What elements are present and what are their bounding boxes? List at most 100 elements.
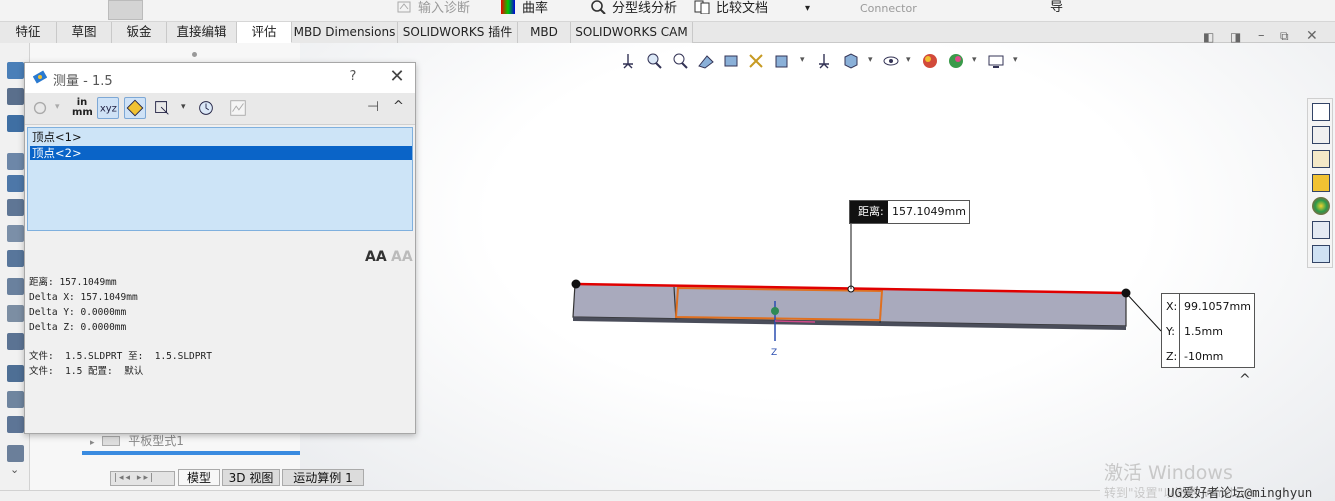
point-to-point-icon[interactable] xyxy=(124,97,146,119)
home-icon[interactable] xyxy=(1312,103,1330,121)
visibility-icon[interactable] xyxy=(882,52,900,70)
zoom-to-area-icon[interactable] xyxy=(645,52,663,70)
hole-wizard-icon[interactable] xyxy=(7,365,24,382)
view-orientation-icon[interactable] xyxy=(747,52,765,70)
intersect-icon[interactable] xyxy=(7,445,24,462)
parting-line-analysis-button[interactable]: 分型线分析 xyxy=(590,0,677,18)
extrude-icon[interactable] xyxy=(7,62,24,79)
ribbon-large-button[interactable] xyxy=(108,0,143,20)
scene-dropdown[interactable]: ▾ xyxy=(972,55,977,65)
revolve-icon[interactable] xyxy=(7,88,24,105)
tree-item-flat-pattern[interactable]: ▸ 平板型式1 xyxy=(90,432,184,449)
rib-icon[interactable] xyxy=(7,278,24,295)
tab-sheet-metal[interactable]: 钣金 xyxy=(112,22,167,43)
ribbon-dropdown-arrow[interactable]: ▾ xyxy=(805,1,810,19)
view-cube-dropdown[interactable]: ▾ xyxy=(868,55,873,65)
tab-model[interactable]: 模型 xyxy=(178,469,220,486)
list-item[interactable]: 顶点<1> xyxy=(30,130,412,144)
import-diagnostics-icon xyxy=(397,1,411,13)
rollback-bar[interactable] xyxy=(82,451,312,455)
expand-arrow-icon[interactable]: ▸ xyxy=(90,438,95,448)
window-minimize-icon[interactable]: – xyxy=(1258,28,1265,43)
chamfer-icon[interactable] xyxy=(7,225,24,242)
hide-show-items-icon[interactable] xyxy=(815,52,833,70)
units-precision-button[interactable]: in mm xyxy=(71,97,93,119)
projection-dropdown[interactable]: ▾ xyxy=(181,102,186,112)
tab-evaluate[interactable]: 评估 xyxy=(237,22,292,43)
display-style-dropdown[interactable]: ▾ xyxy=(800,55,805,65)
connector-button[interactable]: Connector xyxy=(860,1,917,19)
tab-sketch[interactable]: 草图 xyxy=(57,22,112,43)
window-next-icon[interactable]: ◨ xyxy=(1230,30,1241,44)
wrap-icon[interactable] xyxy=(7,416,24,433)
tab-motion-study[interactable]: 运动算例 1 xyxy=(282,469,364,486)
zoom-to-fit-icon[interactable] xyxy=(619,52,637,70)
view-settings-icon[interactable] xyxy=(987,52,1005,70)
ribbon-cut-off-label[interactable]: 导 xyxy=(1050,0,1063,18)
appearances-icon[interactable] xyxy=(1312,197,1330,215)
expand-toolbar-icon[interactable]: ⌄ xyxy=(10,463,19,476)
design-library-icon[interactable] xyxy=(1312,126,1330,144)
create-sensor-icon[interactable] xyxy=(227,97,249,119)
compare-documents-button[interactable]: 比较文档 xyxy=(694,0,768,18)
shell-icon[interactable] xyxy=(7,250,24,267)
model-graphics[interactable]: Z ^ xyxy=(300,43,1335,501)
tab-features[interactable]: 特征 xyxy=(0,22,57,43)
forum-credit: UG爱好者论坛@minghyun xyxy=(1167,485,1313,500)
graphics-viewport[interactable]: Z ^ xyxy=(300,43,1335,501)
previous-view-icon[interactable] xyxy=(671,52,689,70)
window-close-icon[interactable]: ✕ xyxy=(1306,28,1318,44)
pattern-icon[interactable] xyxy=(7,391,24,408)
tab-navigation-arrows[interactable]: |◂◂ ▸▸| xyxy=(110,471,175,486)
custom-properties-icon[interactable] xyxy=(1312,221,1330,239)
compare-documents-label: 比较文档 xyxy=(716,1,769,16)
window-prev-icon[interactable]: ◧ xyxy=(1203,30,1214,44)
dynamic-annotation-icon[interactable] xyxy=(722,52,740,70)
measure-titlebar[interactable]: 测量 - 1.5 ? ✕ xyxy=(25,63,415,93)
selection-list[interactable]: 顶点<1> 顶点<2> xyxy=(27,127,413,231)
show-xyz-icon[interactable]: xyz xyxy=(97,97,119,119)
projection-icon[interactable] xyxy=(151,97,173,119)
tab-solidworks-cam[interactable]: SOLIDWORKS CAM xyxy=(571,22,693,43)
panel-splitter-icon[interactable] xyxy=(192,52,197,57)
decrease-font-icon[interactable]: AA xyxy=(391,249,413,265)
view-cube-icon[interactable] xyxy=(842,52,860,70)
boundary-icon[interactable] xyxy=(7,175,24,192)
pin-icon[interactable]: ⊣ xyxy=(367,99,379,115)
curvature-button[interactable]: 曲率 xyxy=(500,0,548,18)
tab-solidworks-addins[interactable]: SOLIDWORKS 插件 xyxy=(398,22,518,43)
tab-direct-editing[interactable]: 直接编辑 xyxy=(167,22,237,43)
view-settings-dropdown[interactable]: ▾ xyxy=(1013,55,1018,65)
parting-line-analysis-icon xyxy=(591,0,606,14)
file-explorer-icon[interactable] xyxy=(1312,150,1330,168)
increase-font-icon[interactable]: AA xyxy=(365,249,387,265)
tab-mbd-dimensions[interactable]: MBD Dimensions xyxy=(292,22,398,43)
forum-icon[interactable] xyxy=(1312,245,1330,263)
import-diagnostics-button[interactable]: 输入诊断 xyxy=(396,0,470,18)
draft-icon[interactable] xyxy=(7,305,24,322)
measure-toolbar: ▾ in mm xyz ▾ ⊣ ^ xyxy=(25,93,415,125)
loft-icon[interactable] xyxy=(7,153,24,170)
tab-3d-view[interactable]: 3D 视图 xyxy=(222,469,280,486)
result-distance: 距离: 157.1049mm xyxy=(29,277,117,288)
display-style-icon[interactable] xyxy=(773,52,791,70)
measurement-history-icon[interactable] xyxy=(195,97,217,119)
apply-scene-icon[interactable] xyxy=(947,52,965,70)
view-palette-icon[interactable] xyxy=(1312,174,1330,192)
fillet-icon[interactable] xyxy=(7,199,24,216)
vertex-1[interactable] xyxy=(571,279,581,289)
help-button[interactable]: ? xyxy=(343,69,363,87)
close-button[interactable]: ✕ xyxy=(385,67,409,89)
collapse-icon[interactable]: ^ xyxy=(393,99,404,114)
arc-circle-measurement-icon[interactable] xyxy=(29,97,51,119)
collapse-caret-icon[interactable]: ^ xyxy=(1239,372,1251,388)
window-restore-icon[interactable]: ⧉ xyxy=(1280,29,1289,44)
visibility-dropdown[interactable]: ▾ xyxy=(906,55,911,65)
section-view-icon[interactable] xyxy=(697,52,715,70)
tab-mbd[interactable]: MBD xyxy=(518,22,571,43)
sweep-icon[interactable] xyxy=(7,115,24,132)
list-item-selected[interactable]: 顶点<2> xyxy=(30,146,412,160)
arc-options-dropdown[interactable]: ▾ xyxy=(55,102,60,112)
mirror-icon[interactable] xyxy=(7,333,24,350)
edit-appearance-icon[interactable] xyxy=(921,52,939,70)
